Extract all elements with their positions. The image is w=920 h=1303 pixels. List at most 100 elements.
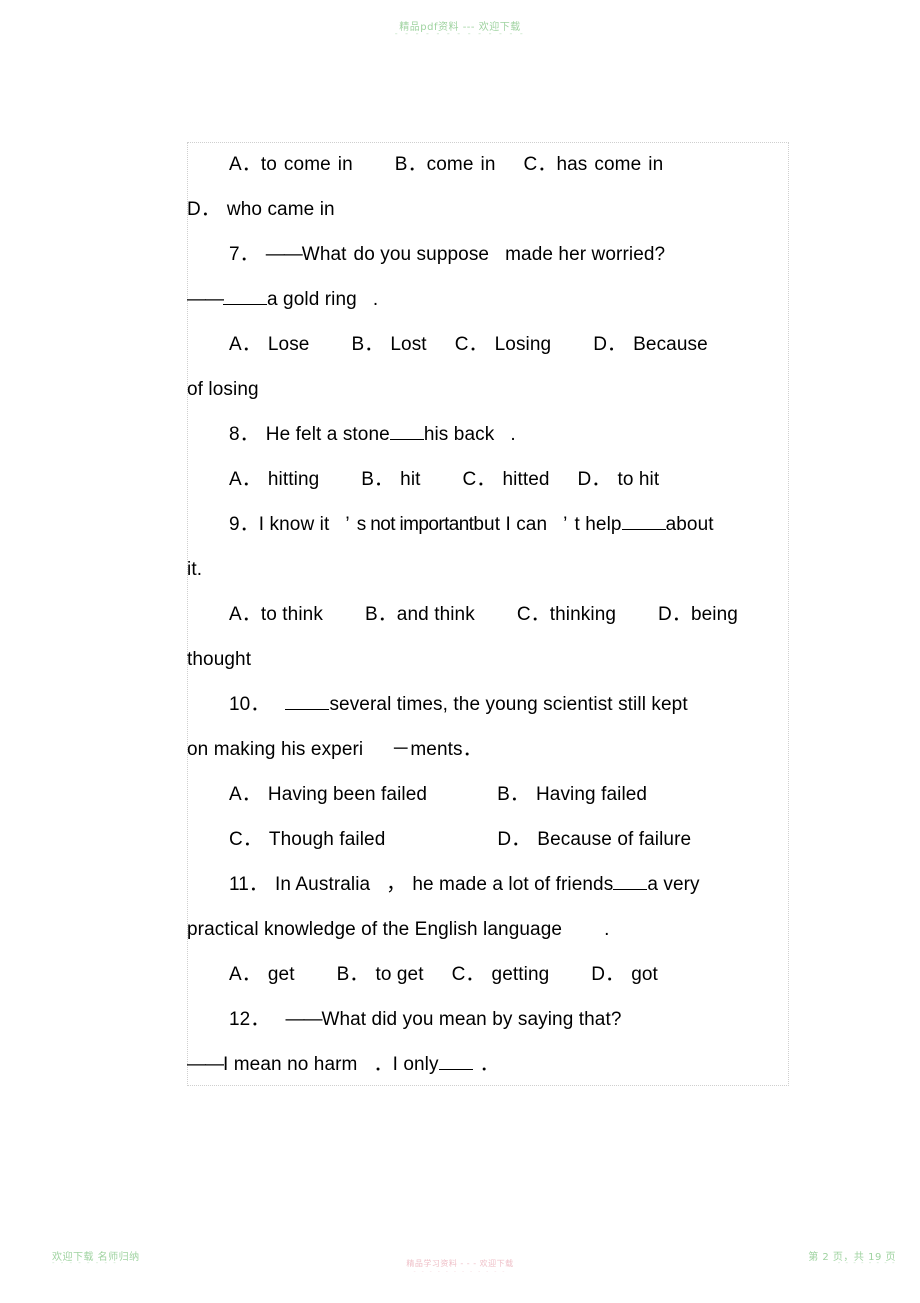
text-run: get	[267, 964, 295, 985]
text-run: practical knowledge of the English langu…	[187, 919, 563, 940]
text-line-q10-options-cd: C． Though failed D． Because of failure	[187, 817, 787, 862]
text-run: in	[337, 154, 353, 175]
text-run: B．	[497, 784, 529, 805]
text-run: Though failed	[268, 829, 386, 850]
fill-in-blank	[621, 515, 666, 530]
text-run: to hit	[617, 469, 660, 490]
text-run: Having been failed	[267, 784, 428, 805]
text-run: s not important	[356, 514, 474, 535]
fill-in-blank	[389, 425, 424, 440]
text-line-q11-options: A． get B． to get C． getting D． got	[187, 952, 787, 997]
text-run: D．	[591, 964, 625, 985]
text-run: made her worried?	[505, 244, 666, 265]
text-run: come	[594, 154, 642, 175]
text-run: to get	[375, 964, 424, 985]
header-watermark-underline: - - - - - - - - - - - - -	[394, 29, 526, 38]
page-number-underline: - - - - - - - -	[837, 1259, 896, 1267]
text-run: In Australia	[275, 874, 371, 895]
text-run: 9．I know it	[229, 514, 330, 535]
text-run: B．	[351, 334, 384, 355]
text-line-q12-stem: 12． ——What did you mean by saying that?	[187, 997, 787, 1042]
text-line-q9-stem: 9．I know it ’ s not importantbut I can ’ t h…	[187, 502, 787, 547]
text-run: C．thinking	[516, 604, 617, 625]
text-run: D．being	[658, 604, 738, 625]
text-run: －ments．	[391, 739, 482, 760]
text-run: ——	[285, 1009, 322, 1030]
text-line-q8-options: A． hitting B． hit C． hitted D． to hit	[187, 457, 787, 502]
text-line-q7-answer: —— a gold ring.	[187, 277, 787, 322]
text-run: I mean no harm	[223, 1054, 358, 1075]
text-run: hitted	[502, 469, 550, 490]
text-run: D．	[577, 469, 611, 490]
footer-center-watermark-underline: - - - - - - - - - - - -	[413, 1268, 507, 1275]
fill-in-blank	[438, 1055, 473, 1070]
text-run: a very	[647, 874, 700, 895]
text-line-q8-stem: 8． He felt a stone his back.	[187, 412, 787, 457]
text-run: B．and think	[364, 604, 475, 625]
text-run: ——	[265, 244, 303, 265]
text-run: A．	[229, 334, 261, 355]
text-run: thought	[187, 649, 252, 670]
text-run: Because of failure	[537, 829, 692, 850]
fill-in-blank	[223, 290, 267, 305]
text-run: several times, the young scientist still…	[329, 694, 688, 715]
text-line-q6-options: A．to come in B．come in C．has come in	[187, 142, 787, 187]
text-run: B．come	[394, 154, 474, 175]
text-run: D．	[187, 199, 220, 220]
text-run: do you suppose	[353, 244, 490, 265]
text-run: D．	[497, 829, 531, 850]
text-line-q10-stem: 10． several times, the young scientist st…	[187, 682, 787, 727]
text-run: a gold ring	[267, 289, 357, 310]
text-line-q11-stem: 11． In Australia ， he made a lot of friends…	[187, 862, 787, 907]
text-run: C．	[462, 469, 496, 490]
text-line-q9-stem-cont: it.	[187, 547, 787, 592]
text-line-q9-options-cont: thought	[187, 637, 787, 682]
text-run: .	[510, 424, 516, 445]
text-run: his back	[423, 424, 495, 445]
text-run: come	[283, 154, 331, 175]
text-run: of losing	[187, 379, 259, 400]
text-line-q10-options-ab: A． Having been failed B． Having failed	[187, 772, 787, 817]
text-run: .	[372, 289, 379, 310]
text-run: B．	[336, 964, 369, 985]
text-run: 8．	[229, 424, 259, 445]
text-run: What did you mean by saying that?	[321, 1009, 622, 1030]
text-run: Having failed	[535, 784, 648, 805]
text-line-q12-answer: ——I mean no harm ．I only ．	[187, 1042, 787, 1087]
text-run: A．to think	[229, 604, 323, 625]
fill-in-blank	[285, 695, 330, 710]
text-run: ’	[345, 514, 350, 535]
text-run: A．	[229, 964, 261, 985]
text-run: in	[648, 154, 664, 175]
text-run: D．	[593, 334, 627, 355]
text-run: ——	[187, 1054, 224, 1075]
text-line-q10-stem-cont: on making his experi －ments．	[187, 727, 787, 772]
text-run: it.	[187, 559, 203, 580]
text-run: What	[301, 244, 347, 265]
text-run: A．	[229, 784, 261, 805]
text-run: A．	[229, 469, 261, 490]
text-run: ．I only	[373, 1054, 439, 1075]
text-run: C．	[451, 964, 485, 985]
text-run: but I can	[473, 514, 548, 535]
text-run: Lose	[267, 334, 310, 355]
document-body: A．to come in B．come in C．has come in D． who came …	[187, 142, 787, 1087]
text-run: on making his experi	[187, 739, 364, 760]
text-run: C．	[229, 829, 262, 850]
text-run: Lost	[390, 334, 427, 355]
text-run: 10．	[229, 694, 270, 715]
text-run: Because	[633, 334, 708, 355]
text-run: 11．	[229, 874, 269, 895]
text-run: about	[665, 514, 714, 535]
text-run: C．has	[523, 154, 588, 175]
text-line-q7-stem: 7． ——What do you suppose made her worried?	[187, 232, 787, 277]
text-run: 7．	[229, 244, 259, 265]
fill-in-blank	[613, 875, 648, 890]
text-run: ，	[386, 874, 406, 895]
text-line-q6-option-d: D． who came in	[187, 187, 787, 232]
text-run: .	[604, 919, 610, 940]
text-run: ——	[187, 289, 224, 310]
text-run: in	[480, 154, 496, 175]
text-run: got	[631, 964, 658, 985]
text-run: getting	[491, 964, 550, 985]
